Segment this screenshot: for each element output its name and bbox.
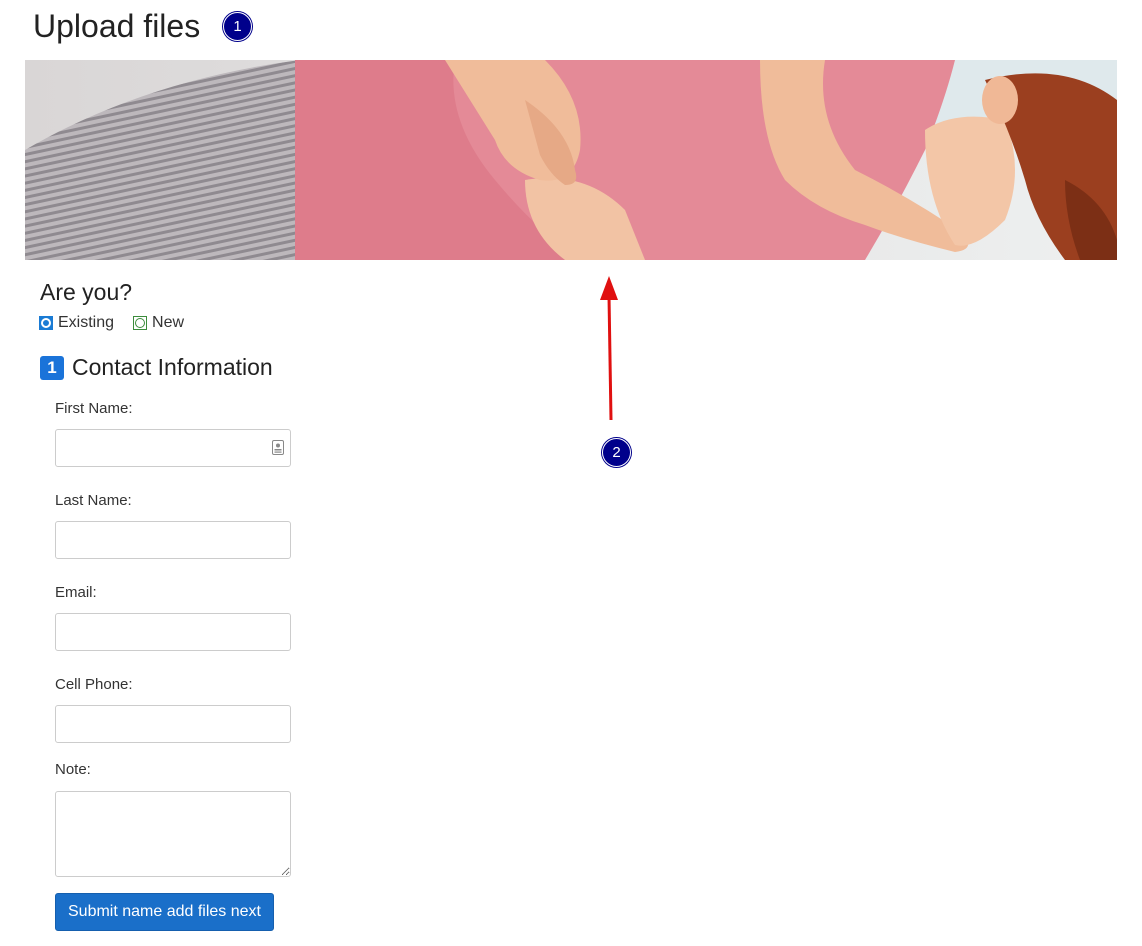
last-name-label: Last Name: (55, 492, 132, 509)
contact-card-icon[interactable] (272, 440, 284, 455)
radio-new[interactable]: New (133, 314, 184, 332)
cell-phone-label: Cell Phone: (55, 676, 133, 693)
email-label: Email: (55, 584, 97, 601)
step-badge: 1 (40, 355, 64, 380)
patient-type-question: Are you? (40, 279, 133, 305)
hero-photo-icon (25, 60, 1117, 260)
radio-new-label: New (152, 314, 185, 331)
submit-button[interactable]: Submit name add files next (55, 893, 274, 931)
hero-image (25, 60, 1117, 260)
section-title: Contact Information (72, 354, 273, 380)
note-textarea[interactable] (55, 791, 291, 877)
contact-section-header: 1 Contact Information (40, 354, 273, 381)
annotation-arrow-icon (600, 276, 618, 421)
email-input[interactable] (55, 613, 291, 651)
annotation-marker-2: 2 (602, 438, 631, 467)
radio-checked-icon[interactable] (39, 316, 53, 330)
radio-existing-label: Existing (58, 314, 115, 331)
last-name-input[interactable] (55, 521, 291, 559)
cell-phone-input[interactable] (55, 705, 291, 743)
radio-existing[interactable]: Existing (39, 314, 114, 332)
patient-type-options: Existing New (39, 314, 203, 332)
page-title: Upload files (33, 8, 201, 44)
first-name-input[interactable] (55, 429, 291, 467)
note-label: Note: (55, 761, 91, 778)
first-name-label: First Name: (55, 400, 133, 417)
radio-unchecked-icon[interactable] (133, 316, 148, 330)
annotation-marker-1: 1 (223, 12, 252, 41)
